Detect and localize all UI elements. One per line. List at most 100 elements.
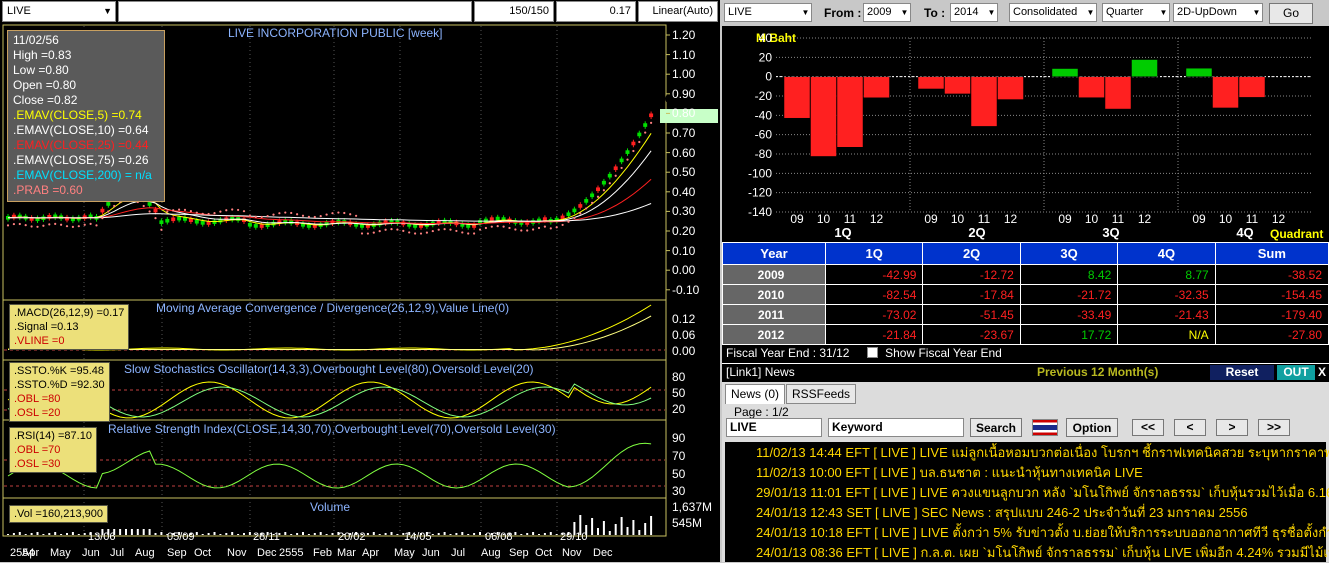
close-icon[interactable]: X [1318,364,1329,381]
view-select[interactable]: 2D-UpDown ▼ [1173,3,1263,22]
sar-dot [514,228,517,231]
go-button[interactable]: Go [1269,3,1313,24]
macd-value: .MACD(26,12,9) =0.17 [14,307,125,319]
volume-bar [313,533,316,535]
macd-vline: .VLINE =0 [14,335,65,347]
info-emav5: .EMAV(CLOSE,5) =0.74 [13,108,142,122]
bar-year-label: 12 [1138,212,1152,226]
sar-dot [478,228,482,231]
view-value: 2D-UpDown [1177,6,1237,18]
ssto-tick-label: 20 [672,402,686,416]
sar-dot [166,210,169,213]
chevron-down-icon: ▼ [1252,8,1261,17]
news-item[interactable]: 11/02/13 10:00 EFT [ LIVE ] บล.ธนชาต : แ… [728,463,1329,483]
tab-news[interactable]: News (0) [725,384,786,404]
volume-bar [12,533,15,535]
sar-dot [638,140,641,144]
sar-dot [296,213,299,216]
candle-body [289,220,294,224]
news-item[interactable]: 29/01/13 11:01 EFT [ LIVE ] LIVE ควงแขนล… [728,483,1329,503]
news-item[interactable]: 11/02/13 14:44 EFT [ LIVE ] LIVE แม่ลูกเ… [728,443,1329,463]
bar-y-tick: 40 [759,31,773,45]
sar-dot [360,232,364,235]
volume-bar [154,533,157,535]
keyword-input[interactable]: Keyword [828,418,964,437]
candle-body [489,217,494,221]
last-page-button[interactable]: >> [1258,419,1290,436]
news-symbol-input[interactable]: LIVE [726,418,822,437]
sar-dot [160,228,163,231]
scale-mode[interactable]: Linear(Auto) [638,1,718,22]
sar-dot [496,225,499,228]
sar-dot [614,174,617,177]
volume-bar [532,532,535,535]
first-page-button[interactable]: << [1132,419,1164,436]
sar-dot [461,231,464,234]
bar-year-label: 09 [790,212,804,226]
sar-dot [573,216,576,220]
sar-dot [284,211,287,214]
filter-bar: LIVE ▼ From : 2009 ▼ To : 2014 ▼ Consolidat… [722,0,1329,26]
date-label: 06/08 [485,531,513,543]
ema-line [8,203,652,222]
volume-bar [437,533,440,535]
fund-symbol-select[interactable]: LIVE ▼ [724,3,812,22]
candle-body [177,216,182,221]
sar-dot [591,201,594,204]
volume-bar [650,516,653,535]
sar-dot [408,231,411,234]
rsi-obl: .OBL =70 [14,444,61,456]
news-item[interactable]: 24/01/13 12:43 SET [ LIVE ] SEC News : ส… [728,503,1329,523]
option-button[interactable]: Option [1066,418,1118,437]
sar-dot [449,228,452,231]
news-item[interactable]: 24/01/13 08:36 EFT [ LIVE ] ก.ล.ต. เผย `… [728,543,1329,563]
table-row: 2011 -73.02 -51.45 -33.49 -21.43 -179.40 [722,304,1329,325]
volume-bar [42,534,45,535]
statement-type-select[interactable]: Consolidated ▼ [1009,3,1097,22]
period-select[interactable]: Quarter ▼ [1102,3,1170,22]
month-label: Jun [82,547,100,559]
price-tick-label: 0.00 [672,263,696,278]
bar-year-label: 11 [1112,212,1125,226]
bar-year-label: 12 [1004,212,1018,226]
value-cell: -33.49 [1019,304,1119,325]
next-page-button[interactable]: > [1216,419,1248,436]
news-item[interactable]: 24/01/13 10:18 EFT [ LIVE ] LIVE ตั้งกว่… [728,523,1329,543]
volume-bar [626,527,629,535]
month-label: Jun [422,547,440,559]
from-year-select[interactable]: 2009 ▼ [863,3,911,22]
to-year-select[interactable]: 2014 ▼ [950,3,998,22]
price-tick-label: 0.50 [672,165,696,180]
show-fiscal-checkbox[interactable] [866,347,878,358]
sar-dot [89,222,92,225]
thai-flag-icon[interactable] [1032,419,1058,436]
candle-body [165,218,170,223]
bar-1Q-11 [836,76,864,148]
candle-body [253,224,258,228]
volume-value: .Vol =160,213,900 [14,508,103,520]
sar-dot [195,211,198,214]
month-label: Jul [451,547,466,559]
prev-page-button[interactable]: < [1174,419,1206,436]
month-label: Nov [227,547,247,559]
month-label: Dec [257,547,277,559]
sar-dot [490,225,493,228]
to-label: To : [924,6,946,20]
reset-button[interactable]: Reset [1210,365,1274,380]
chart-symbol-select[interactable]: LIVE ▼ [2,1,116,22]
sar-dot [266,215,269,218]
sar-dot [419,232,423,235]
search-button[interactable]: Search [970,418,1022,437]
volume-bar [520,534,523,535]
value-cell: -21.43 [1117,304,1216,325]
volume-bar [24,534,27,535]
candle-body [259,224,264,228]
out-button[interactable]: OUT [1277,365,1315,380]
value-cell: -154.45 [1214,284,1329,305]
sar-dot [237,208,240,212]
tab-rssfeeds[interactable]: RSSFeeds [786,384,857,404]
last-value: 0.17 [556,1,636,22]
sar-dot [248,214,251,217]
sar-dot [54,222,57,225]
volume-bar [302,532,304,535]
